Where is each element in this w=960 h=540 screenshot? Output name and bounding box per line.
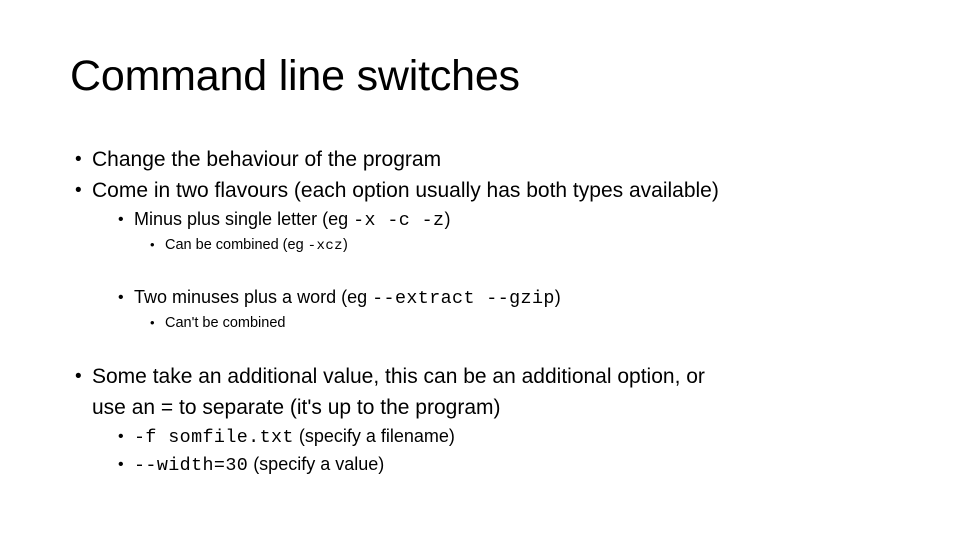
page-title: Command line switches: [70, 52, 520, 100]
bullet-text: Some take an additional value, this can …: [92, 361, 900, 423]
bullet-icon: •: [150, 315, 155, 330]
bullet-text-suffix: (specify a filename): [293, 426, 455, 446]
bullet-can-be-combined: • Can be combined (eg -xcz): [70, 234, 900, 257]
blank-line-spacer: [70, 257, 900, 284]
bullet-text-prefix: Two minuses plus a word (eg: [134, 287, 373, 307]
bullet-change-behaviour: • Change the behaviour of the program: [70, 144, 900, 175]
bullet-text-suffix: (specify a value): [248, 454, 385, 474]
bullet-text: -f somfile.txt (specify a filename): [134, 423, 900, 451]
bullet-text: Can be combined (eg -xcz): [165, 234, 900, 257]
bullet-text: Change the behaviour of the program: [92, 148, 442, 171]
bullet-text: Minus plus single letter (eg -x -c -z): [134, 206, 900, 234]
bullet-text: Two minuses plus a word (eg --extract --…: [134, 284, 900, 312]
bullet-text: Come in two flavours (each option usuall…: [92, 179, 719, 202]
code-snippet: -x -c -z: [353, 210, 445, 231]
bullet-icon: •: [75, 180, 82, 201]
blank-line-spacer: [70, 334, 900, 361]
bullet-f-somfile: • -f somfile.txt (specify a filename): [70, 423, 900, 451]
slide-body: • Change the behaviour of the program • …: [70, 144, 900, 479]
bullet-text-suffix: ): [554, 287, 561, 307]
bullet-text-line2: use an = to separate (it's up to the pro…: [92, 396, 501, 419]
bullet-additional-value: • Some take an additional value, this ca…: [70, 361, 900, 423]
bullet-two-flavours: • Come in two flavours (each option usua…: [70, 175, 900, 206]
bullet-icon: •: [75, 366, 82, 387]
code-snippet: -f somfile.txt: [134, 427, 294, 448]
bullet-text-line1: Some take an additional value, this can …: [92, 365, 705, 388]
bullet-icon: •: [118, 428, 124, 445]
bullet-icon: •: [118, 211, 124, 228]
bullet-text: Can't be combined: [165, 315, 286, 331]
bullet-icon: •: [150, 237, 155, 252]
slide-canvas: Command line switches • Change the behav…: [0, 0, 960, 540]
bullet-icon: •: [75, 149, 82, 170]
bullet-minus-single-letter: • Minus plus single letter (eg -x -c -z): [70, 206, 900, 234]
bullet-text-suffix: ): [343, 237, 348, 253]
code-snippet: -xcz: [307, 238, 343, 254]
code-snippet: --extract --gzip: [372, 288, 555, 309]
bullet-text: --width=30 (specify a value): [134, 451, 900, 479]
bullet-text-prefix: Minus plus single letter (eg: [134, 209, 354, 229]
bullet-text-suffix: ): [444, 209, 451, 229]
code-snippet: --width=30: [134, 455, 249, 476]
bullet-cant-be-combined: • Can't be combined: [70, 312, 900, 334]
bullet-text-prefix: Can be combined (eg: [165, 237, 308, 253]
bullet-icon: •: [118, 456, 124, 473]
bullet-icon: •: [118, 289, 124, 306]
bullet-two-minuses-word: • Two minuses plus a word (eg --extract …: [70, 284, 900, 312]
bullet-width-30: • --width=30 (specify a value): [70, 451, 900, 479]
